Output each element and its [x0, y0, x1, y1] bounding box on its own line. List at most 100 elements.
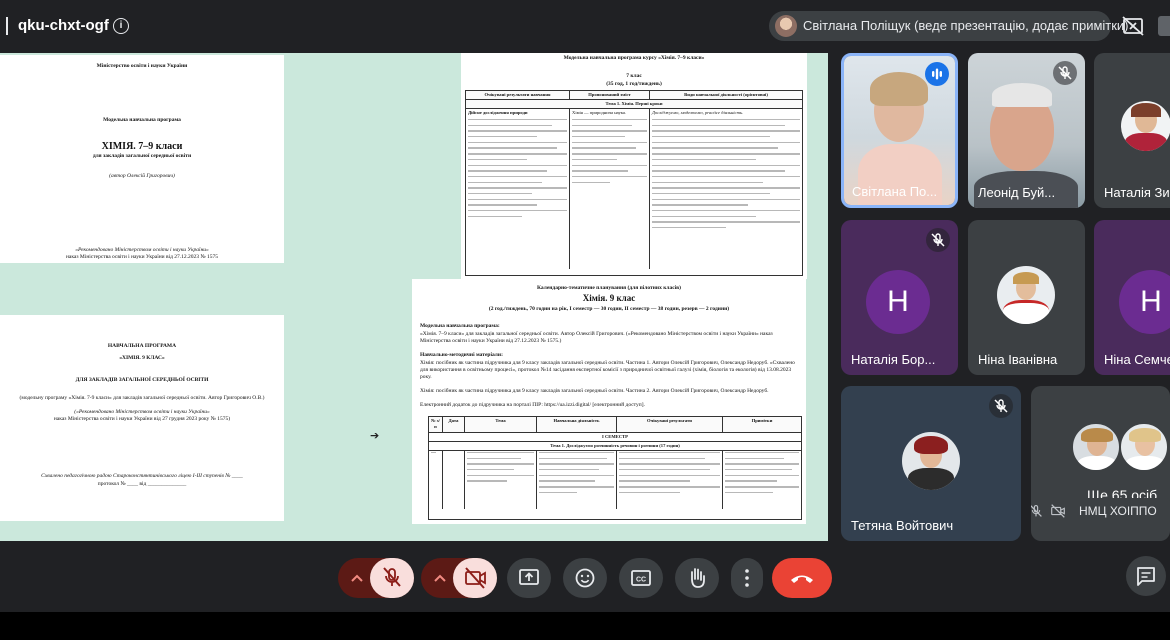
- table-cell: [723, 451, 801, 509]
- chat-button[interactable]: [1126, 556, 1166, 596]
- page-text: Модельна навчальна програма: [103, 117, 181, 123]
- table-header: № з/п Дата Тема Навчальна діяльність Очі…: [429, 417, 801, 433]
- participant-tile[interactable]: Наталія Зи...: [1094, 53, 1170, 208]
- chevron-up-icon: [434, 574, 446, 582]
- page-text: (автор Олексій Григорович): [109, 173, 175, 179]
- cell-heading: Дійсне дослідження природи: [468, 110, 528, 115]
- avatar: [1121, 101, 1170, 151]
- mic-off-icon: [989, 394, 1013, 418]
- semester-heading: І СЕМЕСТР: [429, 433, 801, 441]
- captions-icon: CC: [631, 570, 651, 586]
- participant-name: Світлана По...: [852, 184, 938, 199]
- document-page: НАВЧАЛЬНА ПРОГРАМА «ХІМІЯ. 9 КЛАС» ДЛЯ З…: [0, 315, 284, 521]
- divider: [6, 17, 8, 35]
- topic-heading: Тема 1. Хімія. Перші кроки: [466, 100, 802, 108]
- column-header: Очікувані результати: [617, 417, 723, 432]
- mic-off-icon: [383, 567, 401, 587]
- bottom-strip: [0, 612, 1170, 640]
- column-header: Очікувані результати навчання: [466, 91, 570, 99]
- reactions-button[interactable]: [563, 558, 607, 598]
- overflow-icon[interactable]: [1158, 16, 1170, 36]
- presenter-label: Світлана Поліщук (веде презентацію, дода…: [803, 18, 1129, 33]
- cancel-presentation-icon[interactable]: [1120, 13, 1146, 39]
- text-lines: [431, 452, 440, 454]
- text-lines: [468, 119, 567, 218]
- mic-active-icon: [925, 62, 949, 86]
- page-text: Схвалено педагогічною радою Староконстян…: [41, 473, 243, 479]
- page-text: «Хімія. 7–9 класи» для закладів загально…: [420, 331, 773, 344]
- table-row: Тема 1. Хімія. Перші кроки: [466, 100, 802, 109]
- column-header: Пропонований зміст: [570, 91, 650, 99]
- captions-button[interactable]: CC: [619, 558, 663, 598]
- participant-tile[interactable]: Ніна Іванівна: [968, 220, 1085, 375]
- topic-heading: Тема 1. Досліджуємо розчинність речовин …: [429, 442, 801, 450]
- document-page: Модельна навчальна програма курсу «Хімія…: [461, 53, 807, 279]
- table-row: [429, 451, 801, 509]
- participant-tile[interactable]: Тетяна Войтович: [841, 386, 1021, 541]
- participant-tile[interactable]: Н Наталія Бор...: [841, 220, 958, 375]
- page-text: Електронний додаток до підручника на пор…: [420, 402, 645, 408]
- page-text: «Рекомендовано Міністерством освіти і на…: [75, 247, 209, 253]
- page-text: (модельну програму «Хімія. 7-9 класи» дл…: [19, 395, 265, 401]
- table-cell: [443, 451, 465, 509]
- cursor-arrow-icon: ➔: [370, 429, 380, 442]
- mic-options-button[interactable]: [344, 562, 370, 594]
- chevron-up-icon: [351, 574, 363, 582]
- page-text: («Рекомендовано Міністерством освіти і н…: [74, 409, 210, 415]
- page-text: Хімія: посібник як частина підручника дл…: [420, 360, 795, 380]
- meeting-code: qku-chxt-ogf: [18, 17, 109, 34]
- avatar: [775, 15, 797, 37]
- page-text: наказ Міністерства освіти і науки Україн…: [65, 254, 219, 260]
- page-text: (35 год, 1 год/тиждень): [606, 81, 662, 87]
- participant-tile[interactable]: Н Ніна Семче...: [1094, 220, 1170, 375]
- column-header: Тема: [465, 417, 537, 432]
- participant-name: Наталія Бор...: [851, 352, 936, 367]
- text-lines: [539, 452, 614, 494]
- text-lines: [619, 452, 720, 494]
- present-screen-button[interactable]: [507, 558, 551, 598]
- page-text: протокол № ____ від ______________: [97, 481, 187, 487]
- pinned-label: НМЦ ХОІППО: [1031, 498, 1170, 524]
- camera-options-button[interactable]: [427, 562, 453, 594]
- avatar: [902, 432, 960, 490]
- document-page: Міністерство освіти і науки України Моде…: [0, 55, 284, 263]
- info-icon[interactable]: i: [113, 18, 129, 34]
- participant-name: НМЦ ХОІППО: [1079, 504, 1157, 518]
- participant-name: Ніна Іванівна: [978, 352, 1058, 367]
- table-row: Тема 1. Досліджуємо розчинність речовин …: [429, 442, 801, 451]
- table-row: І СЕМЕСТР: [429, 433, 801, 442]
- more-participants-tile[interactable]: Ще 65 осіб НМЦ ХОІППО: [1031, 386, 1170, 541]
- table-header: Очікувані результати навчання Пропонован…: [466, 91, 802, 100]
- page-text: 7 клас: [626, 73, 642, 79]
- raise-hand-button[interactable]: [675, 558, 719, 598]
- participant-name: Ніна Семче...: [1104, 352, 1170, 367]
- participant-tile[interactable]: Леонід Буй...: [968, 53, 1085, 208]
- cell-heading: Досліджуємо, моделюємо, practice діяльні…: [652, 110, 744, 115]
- table-cell: Хімія — природнича наука.: [570, 109, 650, 269]
- camera-toggle-button[interactable]: [453, 558, 497, 598]
- more-options-button[interactable]: [731, 558, 763, 598]
- participant-name: Тетяна Войтович: [851, 518, 954, 533]
- table-cell: [465, 451, 537, 509]
- presenter-chip[interactable]: Світлана Поліщук (веде презентацію, дода…: [769, 11, 1129, 41]
- participant-name: Леонід Буй...: [978, 185, 1056, 200]
- avatar: Н: [1119, 270, 1170, 334]
- more-vert-icon: [745, 569, 749, 587]
- page-text: для закладів загальної середньої освіти: [92, 153, 192, 159]
- page-text: Хімія: посібник як частина підручника дл…: [420, 388, 769, 394]
- table-cell: [617, 451, 723, 509]
- table-cell: Досліджуємо, моделюємо, practice діяльні…: [650, 109, 802, 269]
- page-text: (2 год./тиждень, 70 годин на рік, І семе…: [488, 306, 730, 312]
- text-lines: [572, 119, 647, 183]
- mic-toggle-button[interactable]: [370, 558, 414, 598]
- participant-tile[interactable]: Світлана По...: [841, 53, 958, 208]
- top-bar: qku-chxt-ogf i Світлана Поліщук (веде пр…: [0, 0, 1170, 52]
- plan-table: № з/п Дата Тема Навчальна діяльність Очі…: [428, 416, 802, 520]
- page-title: ХІМІЯ. 7–9 класи: [101, 141, 183, 152]
- participant-name: Наталія Зи...: [1104, 185, 1170, 200]
- leave-call-button[interactable]: [772, 558, 832, 598]
- emoji-icon: [575, 568, 595, 588]
- column-header: Примітки: [723, 417, 801, 432]
- cell-heading: Хімія — природнича наука.: [572, 110, 627, 115]
- table-cell: [429, 451, 443, 509]
